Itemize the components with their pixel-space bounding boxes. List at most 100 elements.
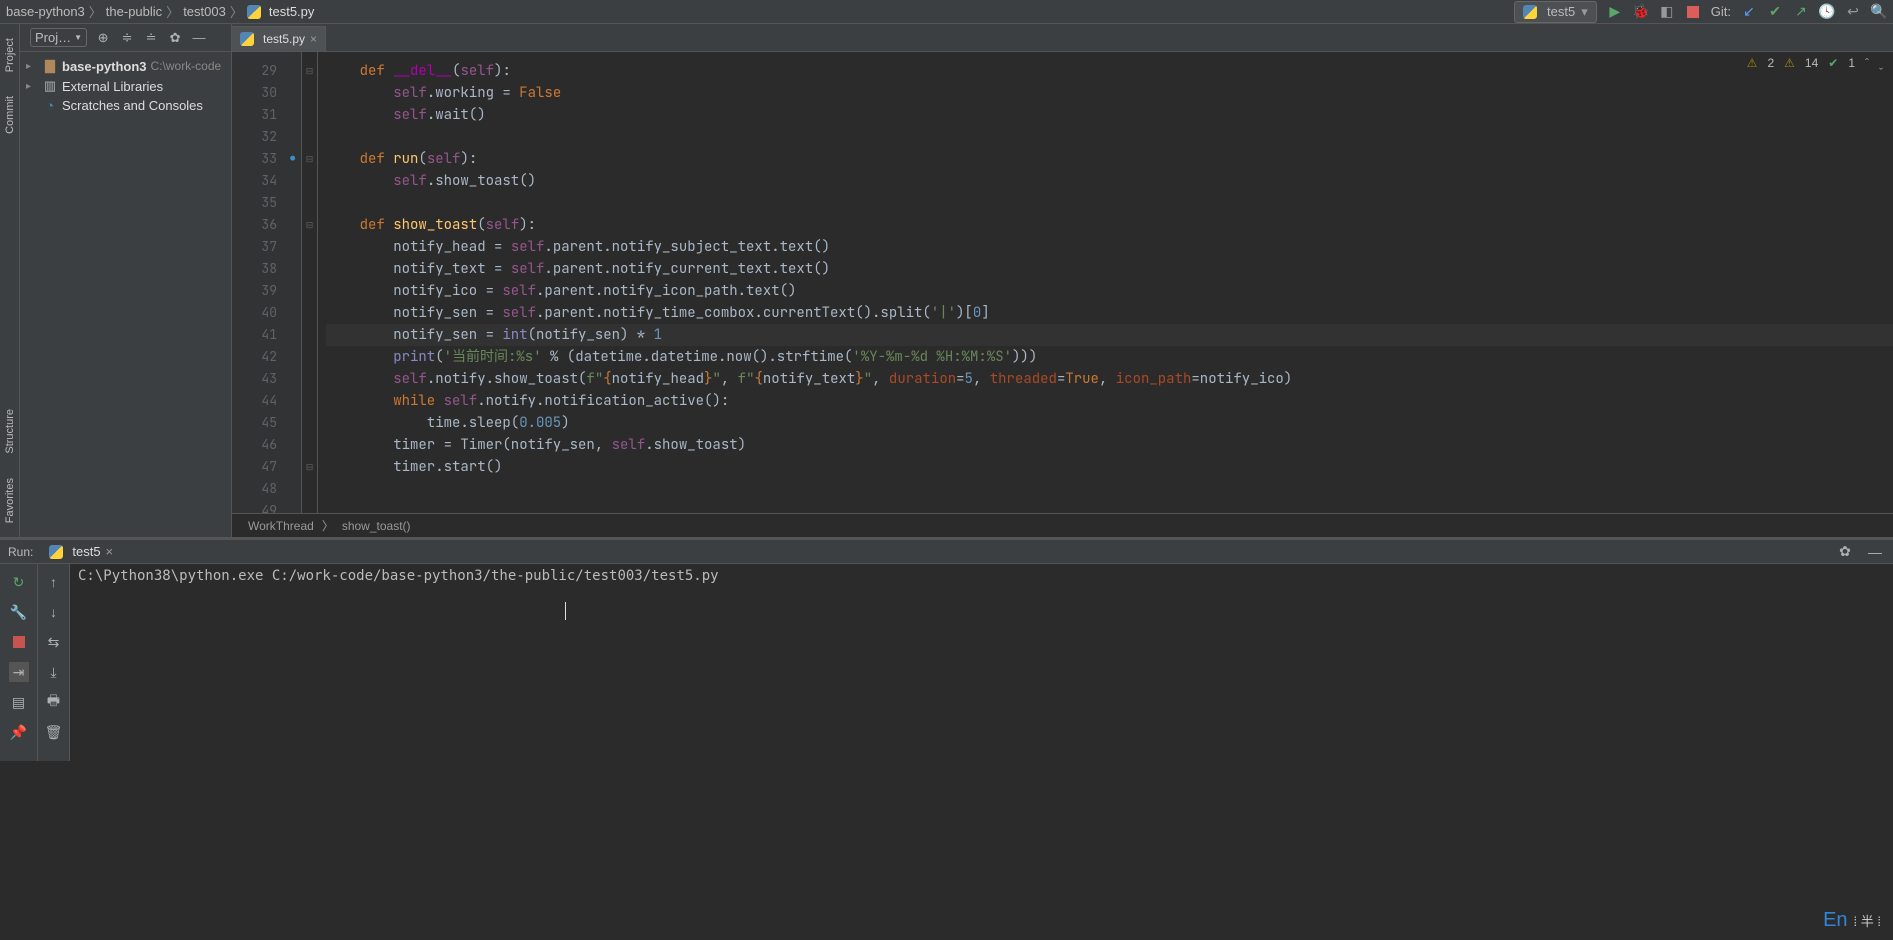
python-file-icon xyxy=(240,32,254,46)
editor-tab[interactable]: test5.py × xyxy=(232,26,326,51)
project-tool-window: Proj… ▼ ⊕ ≑ ≐ ✿ — ▸ ▇ base-python3 C:\wo… xyxy=(20,24,232,537)
git-history-button[interactable]: 🕓 xyxy=(1819,4,1835,20)
chevron-right-icon: 〉 xyxy=(322,517,334,534)
python-file-icon xyxy=(49,545,63,559)
expand-all-button[interactable]: ≑ xyxy=(119,30,135,46)
left-tool-rail: Project Commit Structure Favorites xyxy=(0,24,20,537)
structure-tool-tab[interactable]: Structure xyxy=(2,403,18,460)
run-settings-button[interactable]: ✿ xyxy=(1835,542,1855,562)
chevron-up-icon[interactable]: ˆ xyxy=(1865,56,1869,70)
run-tab[interactable]: test5 × xyxy=(43,542,119,561)
weak-warning-count: 14 xyxy=(1805,56,1818,70)
hide-run-button[interactable]: — xyxy=(1865,542,1885,562)
up-button[interactable]: ↑ xyxy=(44,572,64,592)
git-push-button[interactable]: ↗ xyxy=(1793,4,1809,20)
clear-button[interactable]: 🗑 xyxy=(44,722,64,742)
run-left-toolbar: ↻ 🔧 ⇥ ▤ 📌 xyxy=(0,564,38,761)
breadcrumb-item[interactable]: base-python3 xyxy=(6,4,85,19)
fold-column[interactable]: ⊟⊟⊟⊟ xyxy=(302,52,318,513)
chevron-down-icon: ▼ xyxy=(74,33,82,42)
tree-node-root[interactable]: ▸ ▇ base-python3 C:\work-code xyxy=(20,56,231,76)
warning-count: 2 xyxy=(1767,56,1774,70)
console-line: C:\Python38\python.exe C:/work-code/base… xyxy=(78,568,1885,584)
git-label: Git: xyxy=(1711,4,1731,19)
breadcrumb-class[interactable]: WorkThread xyxy=(248,519,314,533)
git-commit-button[interactable]: ✔ xyxy=(1767,4,1783,20)
chevron-down-icon[interactable]: ˬ xyxy=(1879,56,1883,70)
stop-button[interactable] xyxy=(1685,4,1701,20)
locate-file-button[interactable]: ⊕ xyxy=(95,30,111,46)
soft-wrap-button[interactable]: ⇆ xyxy=(44,632,64,652)
line-number-gutter: 2930313233343536373839404142434445464748… xyxy=(232,52,302,513)
commit-tool-tab[interactable]: Commit xyxy=(2,90,18,140)
path-breadcrumb: base-python3 〉 the-public 〉 test003 〉 te… xyxy=(6,2,1514,21)
scroll-end-button[interactable]: ⤓ xyxy=(44,662,64,682)
breadcrumb-method[interactable]: show_toast() xyxy=(342,519,411,533)
breadcrumb-item[interactable]: test003 xyxy=(183,4,226,19)
tree-label: base-python3 xyxy=(62,59,147,74)
coverage-button[interactable]: ◧ xyxy=(1659,4,1675,20)
run-header: Run: test5 × ✿ — xyxy=(0,540,1893,564)
warning-icon: ⚠ xyxy=(1747,56,1758,70)
pass-icon: ✔ xyxy=(1828,56,1838,70)
rollback-button[interactable]: ↩ xyxy=(1845,4,1861,20)
tree-path: C:\work-code xyxy=(151,59,222,73)
project-view-selector[interactable]: Proj… xyxy=(35,30,71,45)
search-button[interactable]: 🔍 xyxy=(1871,4,1887,20)
settings-button[interactable]: ✿ xyxy=(167,30,183,46)
chevron-right-icon: ▸ xyxy=(26,81,38,92)
editor-tabs: test5.py × xyxy=(232,24,1893,52)
run-button[interactable]: ▶ xyxy=(1607,4,1623,20)
close-run-tab-button[interactable]: × xyxy=(106,544,114,559)
scratches-icon: ◔ xyxy=(42,98,58,113)
rerun-button[interactable]: ↻ xyxy=(9,572,29,592)
python-file-icon xyxy=(1523,5,1537,19)
tree-node-scratches[interactable]: ◔ Scratches and Consoles xyxy=(20,96,231,115)
project-pane-header: Proj… ▼ ⊕ ≑ ≐ ✿ — xyxy=(20,24,231,52)
tree-label: External Libraries xyxy=(62,79,163,94)
run-tool-window: Run: test5 × ✿ — ↻ 🔧 ⇥ ▤ 📌 ↑ ↓ ⇆ ⤓ 🖶 🗑 C… xyxy=(0,537,1893,761)
run-config-selector[interactable]: test5 ▾ xyxy=(1514,1,1597,23)
inspections-widget[interactable]: ⚠2 ⚠14 ✔1 ˆ ˬ xyxy=(1747,56,1883,70)
navigation-bar: base-python3 〉 the-public 〉 test003 〉 te… xyxy=(0,0,1893,24)
ime-indicator[interactable]: En ⁞ 半 ⁞ xyxy=(1823,909,1881,932)
code-editor[interactable]: 2930313233343536373839404142434445464748… xyxy=(232,52,1893,513)
folder-icon: ▇ xyxy=(42,58,58,74)
wrench-button[interactable]: 🔧 xyxy=(9,602,29,622)
print-button[interactable]: 🖶 xyxy=(44,692,64,712)
tab-label: test5.py xyxy=(263,32,305,46)
tree-node-external-libs[interactable]: ▸ ▥ External Libraries xyxy=(20,76,231,96)
git-update-button[interactable]: ↙ xyxy=(1741,4,1757,20)
collapse-all-button[interactable]: ≐ xyxy=(143,30,159,46)
run-config-name: test5 xyxy=(1547,4,1575,19)
project-tree: ▸ ▇ base-python3 C:\work-code ▸ ▥ Extern… xyxy=(20,52,231,119)
layout-button[interactable]: ▤ xyxy=(9,692,29,712)
stop-run-button[interactable] xyxy=(9,632,29,652)
console-output[interactable]: C:\Python38\python.exe C:/work-code/base… xyxy=(70,564,1893,761)
text-cursor xyxy=(565,602,566,620)
chevron-down-icon: ▾ xyxy=(1581,4,1588,20)
breadcrumb-item[interactable]: test5.py xyxy=(269,4,315,19)
editor-area: test5.py × 29303132333435363738394041424… xyxy=(232,24,1893,537)
code-content[interactable]: def __del__(self): self.working = False … xyxy=(318,52,1893,513)
debug-button[interactable]: 🐞 xyxy=(1633,4,1649,20)
weak-warning-icon: ⚠ xyxy=(1784,56,1795,70)
ime-lang: En xyxy=(1823,909,1847,932)
editor-breadcrumb: WorkThread 〉 show_toast() xyxy=(232,513,1893,537)
chevron-right-icon: ▸ xyxy=(26,61,38,72)
run-panel-label: Run: xyxy=(8,545,33,559)
run-tab-label: test5 xyxy=(72,544,100,559)
chevron-right-icon: 〉 xyxy=(230,2,243,21)
ime-mode: ⁞ 半 ⁞ xyxy=(1854,911,1881,930)
hide-button[interactable]: — xyxy=(191,30,207,46)
pin-button[interactable]: 📌 xyxy=(9,722,29,742)
down-button[interactable]: ↓ xyxy=(44,602,64,622)
tree-label: Scratches and Consoles xyxy=(62,98,203,113)
favorites-tool-tab[interactable]: Favorites xyxy=(2,472,18,529)
python-file-icon xyxy=(247,5,261,19)
run-console-toolbar: ↑ ↓ ⇆ ⤓ 🖶 🗑 xyxy=(38,564,70,761)
project-tool-tab[interactable]: Project xyxy=(2,32,18,78)
exit-button[interactable]: ⇥ xyxy=(9,662,29,682)
close-tab-button[interactable]: × xyxy=(310,32,317,46)
breadcrumb-item[interactable]: the-public xyxy=(106,4,162,19)
